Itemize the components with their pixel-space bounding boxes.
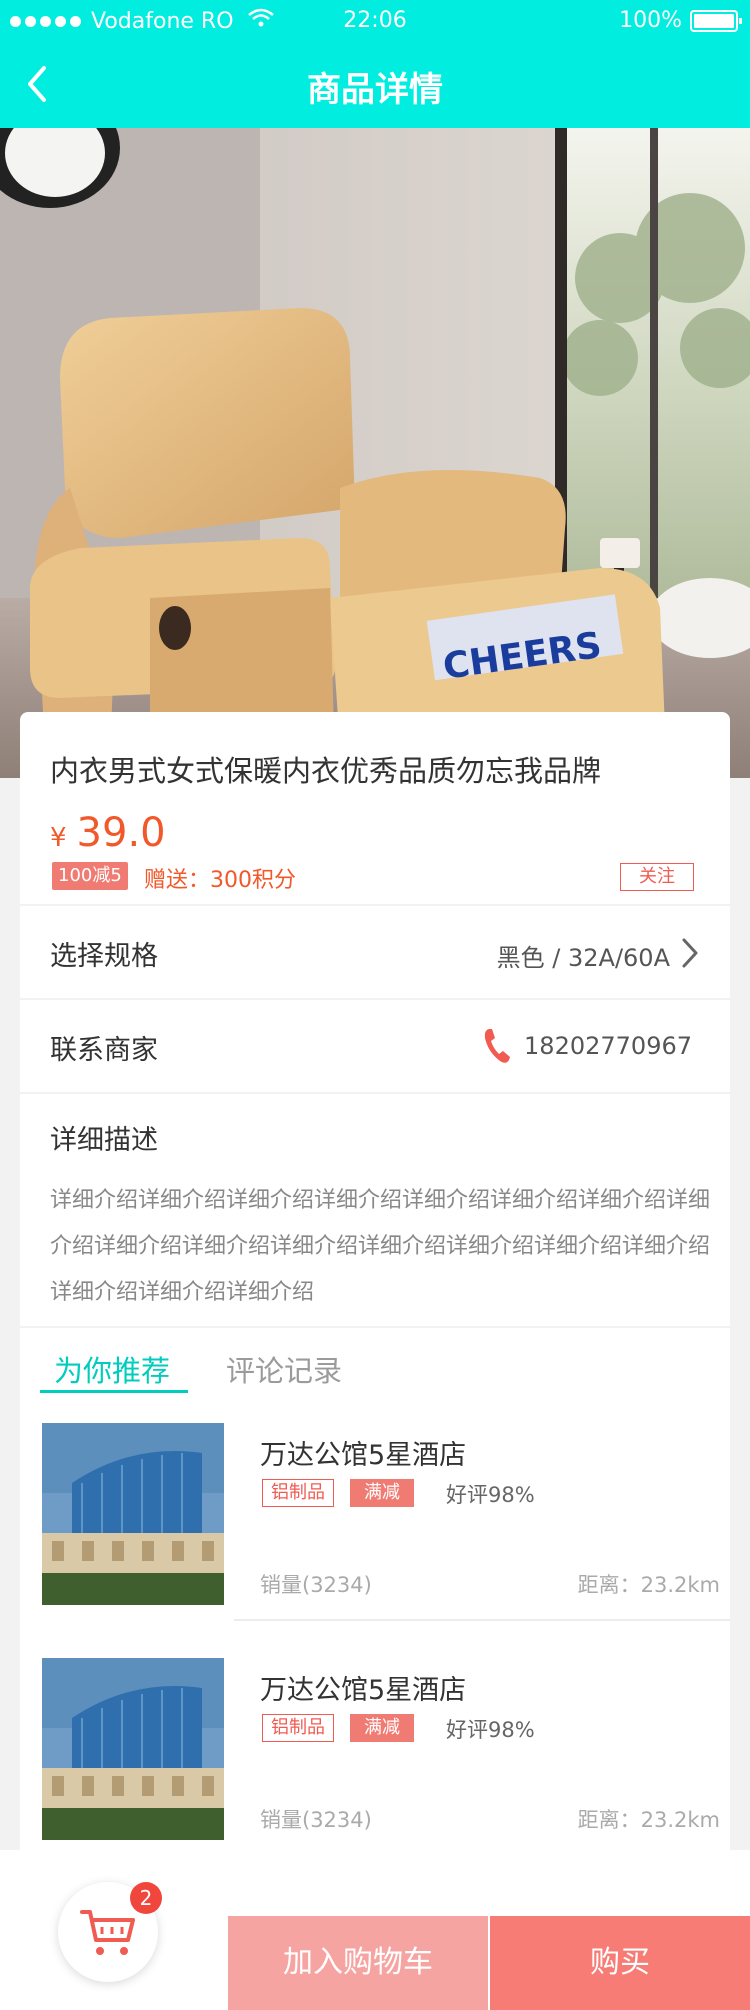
list-item[interactable]: 万达公馆5星酒店 铝制品 满减 好评98% 销量(3234) 距离：23.2km — [20, 1423, 730, 1623]
battery-percent: 100% — [619, 8, 682, 33]
item-rating: 好评98% — [446, 1483, 535, 1507]
header-bar: Vodafone RO 22:06 100% 商品详情 — [0, 0, 750, 128]
add-to-cart-button[interactable]: 加入购物车 — [228, 1916, 488, 2010]
divider — [234, 1619, 730, 1621]
hotel-thumbnail — [42, 1658, 224, 1840]
gift-points: 赠送：300积分 — [144, 868, 296, 893]
nav-bar: 商品详情 — [0, 40, 750, 128]
item-distance: 距离：23.2km — [577, 1808, 720, 1832]
item-sales: 销量(3234) — [260, 1808, 372, 1832]
status-bar: Vodafone RO 22:06 100% — [0, 0, 750, 40]
contact-phone[interactable]: 18202770967 — [524, 1032, 692, 1060]
recommend-section: 为你推荐 评论记录 万达公馆5星酒店 铝制品 满减 好评98% 销量(3234)… — [20, 1328, 730, 1863]
item-tag-discount: 满减 — [350, 1714, 414, 1742]
discount-badge: 100减5 — [52, 862, 128, 890]
buy-button[interactable]: 购买 — [490, 1916, 750, 2010]
contact-label: 联系商家 — [50, 1035, 158, 1066]
battery-indicator: 100% — [619, 8, 742, 33]
item-rating: 好评98% — [446, 1718, 535, 1742]
product-image[interactable]: CHEERS — [0, 128, 750, 778]
cart-icon — [80, 1910, 135, 1955]
item-tag-material: 铝制品 — [262, 1479, 334, 1507]
item-name: 万达公馆5星酒店 — [260, 1440, 467, 1471]
hotel-thumbnail — [42, 1423, 224, 1605]
tab-recommend[interactable]: 为你推荐 — [54, 1348, 170, 1390]
tab-reviews[interactable]: 评论记录 — [226, 1348, 342, 1390]
phone-icon — [484, 1029, 510, 1063]
item-name: 万达公馆5星酒店 — [260, 1675, 467, 1706]
page-title: 商品详情 — [307, 70, 443, 110]
product-title: 内衣男式女式保暖内衣优秀品质勿忘我品牌 — [50, 754, 602, 788]
item-sales: 销量(3234) — [260, 1573, 372, 1597]
chevron-right-icon — [682, 938, 698, 968]
item-distance: 距离：23.2km — [577, 1573, 720, 1597]
price-value: 39.0 — [76, 810, 166, 856]
description-card: 详细描述 详细介绍详细介绍详细介绍详细介绍详细介绍详细介绍详细介绍详细介绍详细介… — [20, 1094, 730, 1326]
battery-icon — [690, 9, 742, 32]
item-tag-discount: 满减 — [350, 1479, 414, 1507]
product-price: ¥39.0 — [50, 810, 166, 856]
product-info-card: 内衣男式女式保暖内衣优秀品质勿忘我品牌 ¥39.0 100减5 赠送：300积分… — [20, 712, 730, 904]
active-tab-indicator — [40, 1390, 188, 1393]
spec-label: 选择规格 — [50, 941, 158, 972]
contact-row[interactable]: 联系商家 18202770967 — [20, 1000, 730, 1092]
cart-count-badge: 2 — [130, 1882, 162, 1914]
description-text: 详细介绍详细介绍详细介绍详细介绍详细介绍详细介绍详细介绍详细介绍详细介绍详细介绍… — [50, 1188, 711, 1305]
list-item[interactable]: 万达公馆5星酒店 铝制品 满减 好评98% 销量(3234) 距离：23.2km — [20, 1658, 730, 1858]
spec-row[interactable]: 选择规格 黑色 / 32A/60A — [20, 906, 730, 998]
item-tag-material: 铝制品 — [262, 1714, 334, 1742]
spec-value: 黑色 / 32A/60A — [496, 944, 670, 972]
currency-symbol: ¥ — [50, 823, 67, 853]
follow-button[interactable]: 关注 — [620, 863, 694, 891]
description-title: 详细描述 — [50, 1125, 158, 1156]
